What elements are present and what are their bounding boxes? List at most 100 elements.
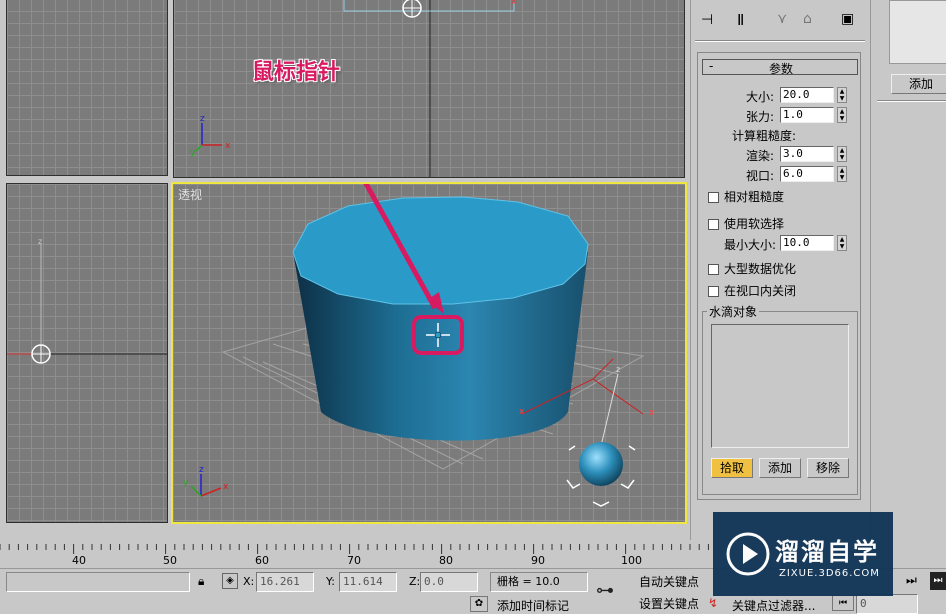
render-label: 渲染: [745, 149, 774, 163]
watermark: 溜溜自学 ZIXUE.3D66.COM [713, 512, 893, 596]
render-spinner: 渲染: 3.0 ▲ ▼ [698, 146, 868, 164]
annotation-label: 鼠标指针 [252, 60, 341, 85]
relative-roughness-checkbox[interactable]: 相对粗糙度 [708, 188, 784, 204]
svg-text:x: x [649, 408, 655, 418]
z-coord-label: Z: [409, 575, 421, 588]
size-label: 大小: [745, 90, 774, 104]
go-to-end-icon[interactable]: ⏭ [930, 572, 946, 590]
make-unique-icon[interactable]: ⋎ [777, 11, 787, 27]
viewport-spinner-arrows-icon[interactable]: ▲ ▼ [837, 166, 847, 182]
render-spinner-arrows-icon[interactable]: ▲ ▼ [837, 146, 847, 162]
x-coord-label: X: [243, 575, 255, 588]
svg-text:x: x [519, 407, 525, 417]
right-panel-box [889, 0, 946, 64]
key-filters-button[interactable]: 关键点过滤器... [732, 597, 815, 614]
tension-input[interactable]: 1.0 [780, 107, 834, 123]
checkbox-icon[interactable] [708, 219, 719, 230]
absolute-mode-icon[interactable]: ◈ [222, 573, 238, 589]
off-in-viewport-label: 在视口内关闭 [724, 284, 797, 298]
key-filters-icon: ↯ [708, 596, 719, 610]
drop-objects-title: 水滴对象 [707, 303, 760, 320]
drop-objects-list[interactable] [711, 324, 849, 448]
watermark-brand: 溜溜自学 [775, 538, 879, 566]
checkbox-icon[interactable] [708, 264, 719, 275]
viewport-top-right[interactable]: x z x y [173, 0, 685, 178]
configure-modifier-sets-icon[interactable]: ▣ [841, 11, 854, 27]
left-viewport-graphics: z [7, 237, 167, 364]
watermark-url: ZIXUE.3D66.COM [779, 568, 880, 579]
timeline-ticks [0, 544, 709, 554]
water-drop-sphere [579, 442, 623, 486]
tick-label: 90 [531, 554, 545, 567]
time-config-icon[interactable]: ⏮ [832, 595, 854, 611]
params-rollout: - 参数 大小: 20.0 ▲ ▼ 张力: 1.0 ▲ ▼ 计算粗糙度: 渲染: 3… [697, 52, 861, 500]
x-coord-field[interactable]: 16.261 [256, 572, 314, 592]
perspective-scene: x x z z x y [183, 184, 655, 507]
add-button[interactable]: 添加 [759, 458, 801, 478]
viewport-perspective[interactable]: 透视 x x z z x y [171, 182, 687, 524]
svg-text:z: z [200, 114, 205, 124]
cylinder-top [292, 196, 589, 305]
set-key-label[interactable]: 设置关键点 [639, 595, 699, 612]
roughness-heading: 计算粗糙度: [732, 129, 797, 143]
grid-size-readout: 栅格 = 10.0 [490, 572, 588, 592]
modifier-toolbar: ⊣ Ⅱ ⋎ ⌂ ▣ [697, 10, 863, 36]
viewport-spinner: 视口: 6.0 ▲ ▼ [698, 166, 868, 184]
show-end-result-icon[interactable]: Ⅱ [737, 11, 744, 29]
size-input[interactable]: 20.0 [780, 87, 834, 103]
add-time-tag[interactable]: 添加时间标记 [497, 597, 569, 614]
relative-roughness-label: 相对粗糙度 [724, 190, 785, 204]
svg-text:x: x [225, 141, 231, 151]
viewport-top-left[interactable] [6, 0, 168, 176]
tick-label: 80 [439, 554, 453, 567]
svg-text:y: y [190, 148, 196, 158]
viewport-spin-label: 视口: [745, 169, 774, 183]
soft-selection-checkbox[interactable]: 使用软选择 [708, 215, 784, 231]
y-coord-field[interactable]: 11.614 [339, 572, 397, 592]
remove-button[interactable]: 移除 [807, 458, 849, 478]
min-size-input[interactable]: 10.0 [780, 235, 834, 251]
pick-button[interactable]: 拾取 [711, 458, 753, 478]
play-logo-icon [726, 532, 770, 576]
render-input[interactable]: 3.0 [780, 146, 834, 162]
tick-label: 100 [621, 554, 642, 567]
svg-text:x: x [511, 0, 517, 7]
play-button-icon[interactable]: ⏭ [906, 573, 917, 588]
size-spinner: 大小: 20.0 ▲ ▼ [698, 87, 868, 105]
tension-spinner: 张力: 1.0 ▲ ▼ [698, 107, 868, 125]
current-frame-field[interactable]: 0 [856, 594, 918, 614]
tension-label: 张力: [745, 110, 774, 124]
lock-icon[interactable]: 🔒︎ [198, 574, 204, 589]
min-size-spinner-arrows-icon[interactable]: ▲ ▼ [837, 235, 847, 251]
time-tag-icon[interactable]: ✿ [470, 596, 488, 612]
viewport-input[interactable]: 6.0 [780, 166, 834, 182]
svg-text:z: z [616, 365, 620, 374]
auto-key-label[interactable]: 自动关键点 [639, 573, 699, 590]
off-in-viewport-checkbox[interactable]: 在视口内关闭 [708, 282, 796, 298]
size-spinner-arrows-icon[interactable]: ▲ ▼ [837, 87, 847, 103]
svg-text:z: z [199, 465, 204, 475]
svg-text:x: x [223, 482, 229, 492]
checkbox-icon[interactable] [708, 192, 719, 203]
rollout-header[interactable]: - 参数 [702, 59, 858, 76]
remove-modifier-icon[interactable]: ⌂ [803, 11, 812, 27]
checkbox-icon[interactable] [708, 286, 719, 297]
viewport-bottom-left[interactable]: z [6, 183, 168, 523]
tick-label: 50 [163, 554, 177, 567]
set-key-icon[interactable]: ⊶ [596, 580, 614, 601]
rollout-title: 参数 [768, 62, 793, 76]
large-data-label: 大型数据优化 [724, 262, 797, 276]
z-coord-field[interactable]: 0.0 [420, 572, 478, 592]
svg-text:y: y [183, 478, 189, 488]
right-add-button[interactable]: 添加 [891, 74, 946, 94]
min-size-label: 最小大小: [723, 238, 776, 252]
soft-selection-label: 使用软选择 [724, 217, 785, 231]
top-viewport-graphics: x z x y [190, 0, 517, 177]
pin-stack-icon[interactable]: ⊣ [701, 12, 713, 28]
y-coord-label: Y: [326, 575, 335, 588]
svg-text:z: z [38, 237, 42, 246]
large-data-checkbox[interactable]: 大型数据优化 [708, 260, 796, 276]
right-side-panel: 添加 [870, 0, 946, 540]
tension-spinner-arrows-icon[interactable]: ▲ ▼ [837, 107, 847, 123]
min-size-spinner: 最小大小: 10.0 ▲ ▼ [698, 235, 868, 253]
